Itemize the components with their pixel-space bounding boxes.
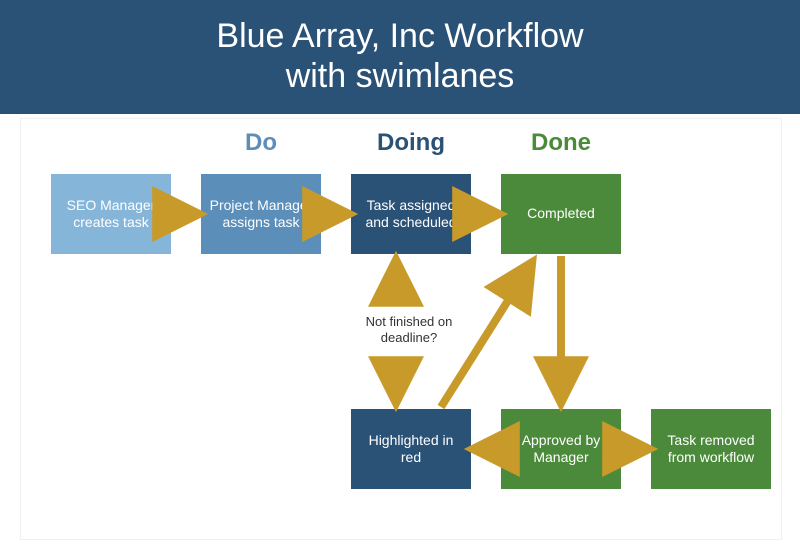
diagram-header: Blue Array, Inc Workflow with swimlanes xyxy=(0,0,800,114)
title-line-2: with swimlanes xyxy=(286,57,515,95)
annotation-no: NO xyxy=(476,441,506,455)
node-removed: Task removed from workflow xyxy=(651,409,771,489)
title-line-1: Blue Array, Inc Workflow xyxy=(216,17,583,55)
lane-header-done: Done xyxy=(491,129,631,157)
node-approved: Approved by Manager xyxy=(501,409,621,489)
lane-header-doing: Doing xyxy=(341,129,481,157)
node-pm-assigns: Project Manager assigns task xyxy=(201,174,321,254)
node-highlighted: Highlighted in red xyxy=(351,409,471,489)
node-assigned-scheduled: Task assigned and scheduled xyxy=(351,174,471,254)
node-completed: Completed xyxy=(501,174,621,254)
annotation-deadline: Not finished on deadline? xyxy=(339,314,479,345)
lane-header-do: Do xyxy=(191,129,331,157)
node-seo-creates: SEO Manager creates task xyxy=(51,174,171,254)
workflow-diagram: Blue Array, Inc Workflow with swimlanes … xyxy=(0,0,800,549)
annotation-yes: YES xyxy=(623,441,653,455)
diagram-body: Do Doing Done SEO Manager creates task P… xyxy=(20,118,782,540)
